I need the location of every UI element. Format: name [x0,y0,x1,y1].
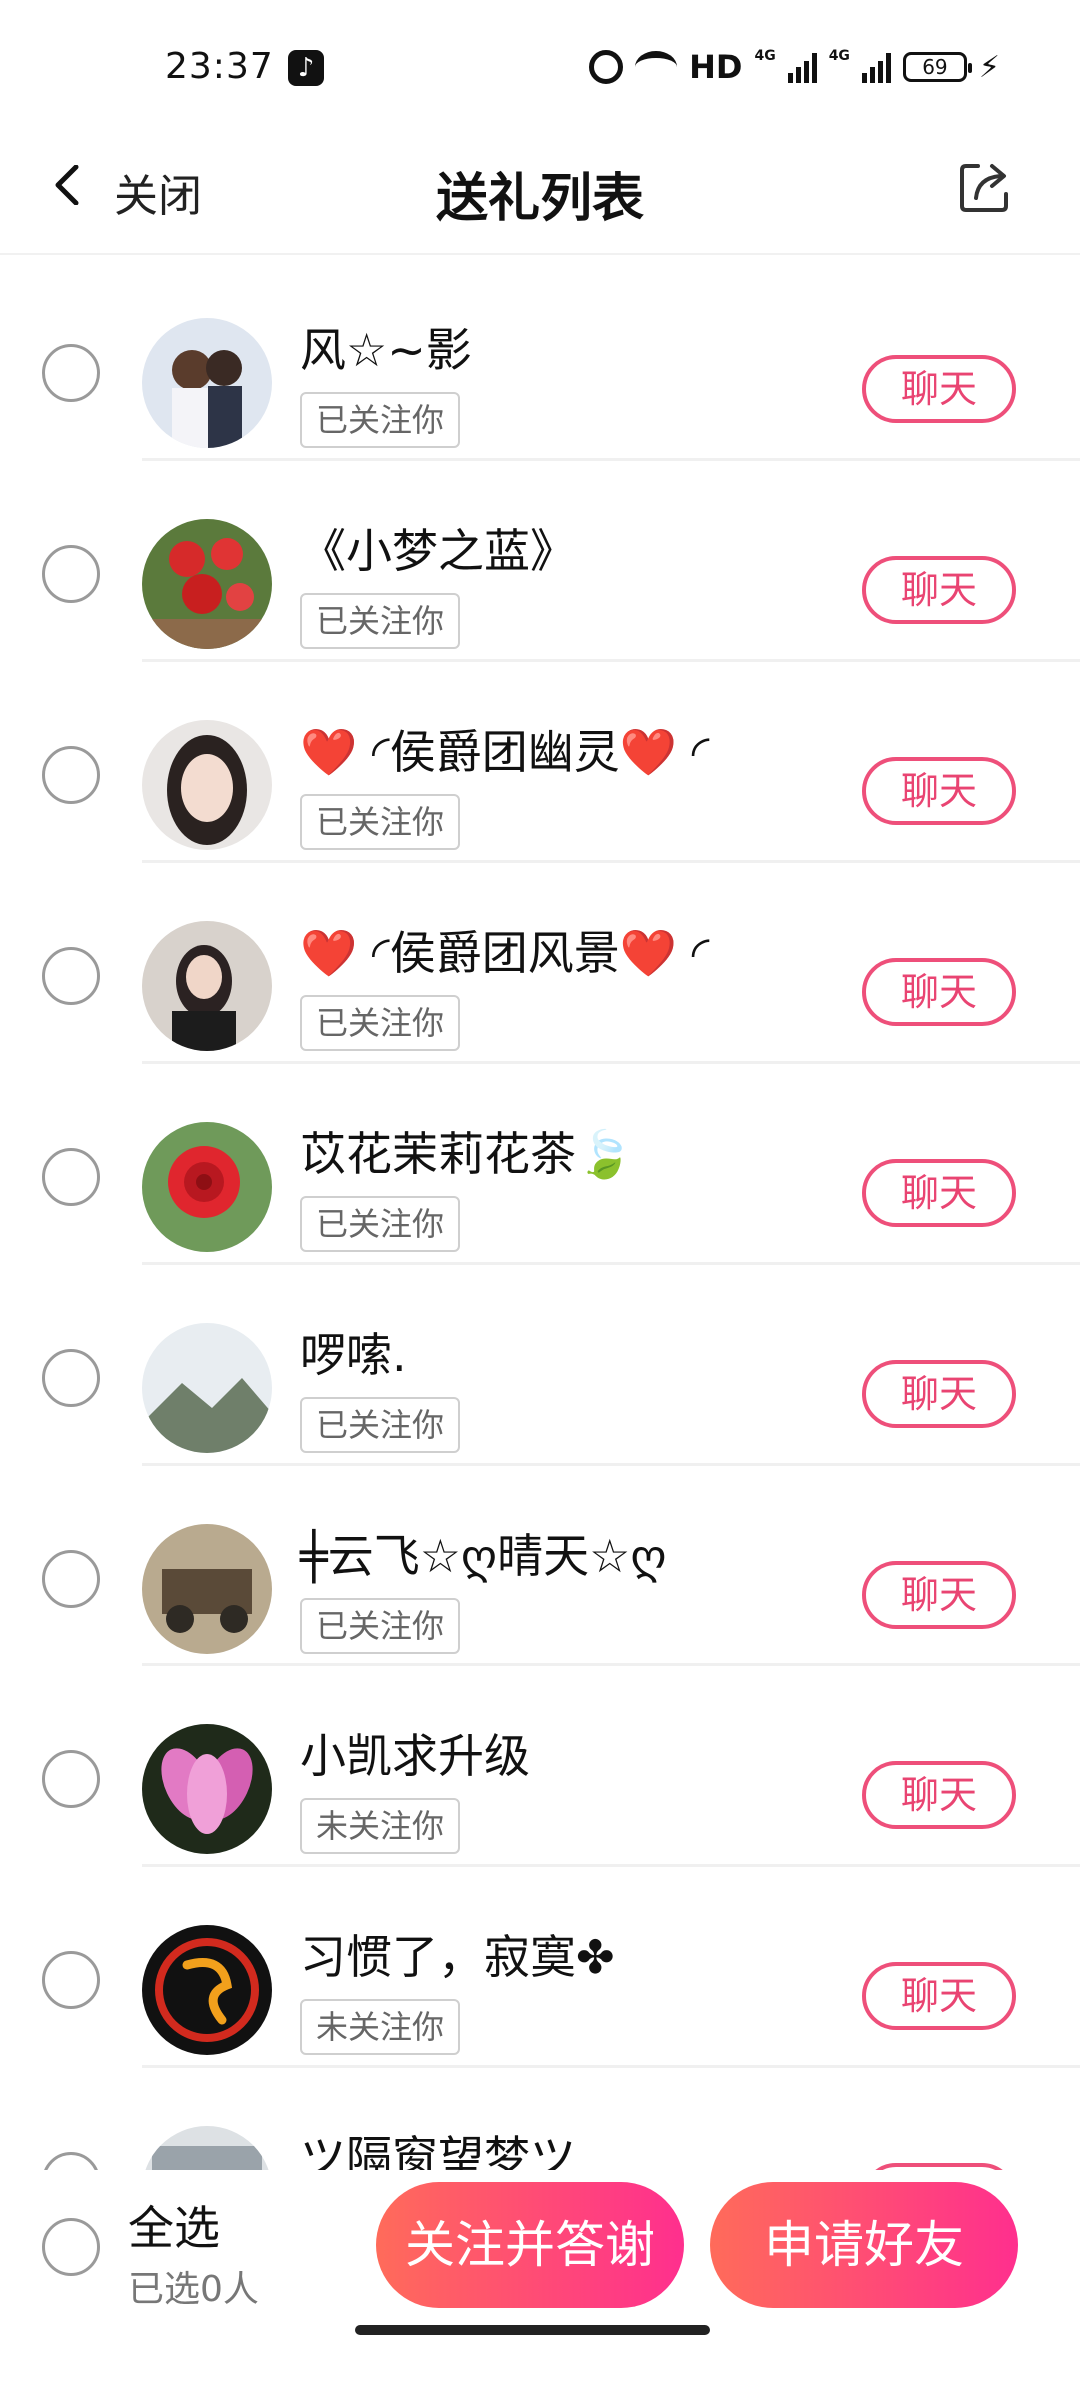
gift-sender-list: 风☆~影 已关注你 聊天 《小梦之蓝》 已关注你 聊天 ❤️ ◜侯爵团幽灵❤️ … [0,260,1080,2170]
follow-and-thank-button[interactable]: 关注并答谢 [376,2182,684,2308]
chat-button[interactable]: 聊天 [862,2163,1016,2170]
select-checkbox[interactable] [42,344,100,402]
list-item: ❤️ ◜侯爵团风景❤️ ◜ 已关注你 聊天 [0,863,1080,1064]
avatar[interactable] [142,1925,272,2055]
home-indicator[interactable] [355,2325,710,2335]
list-item: 小凯求升级 未关注你 聊天 [0,1666,1080,1867]
avatar[interactable] [142,1122,272,1252]
signal-icon [787,51,817,83]
follow-status-tag: 已关注你 [300,1397,461,1453]
list-item: 《小梦之蓝》 已关注你 聊天 [0,461,1080,662]
network-type-label: 4G [754,48,776,64]
select-checkbox[interactable] [42,1951,100,2009]
follow-status-tag: 已关注你 [300,1196,461,1252]
alarm-icon [589,50,624,84]
list-item: 习惯了，寂寞✤ 未关注你 聊天 [0,1867,1080,2068]
follow-status-tag: 已关注你 [300,392,461,448]
selected-count: 已选0人 [128,2269,259,2310]
select-checkbox[interactable] [42,2152,100,2170]
chat-button[interactable]: 聊天 [862,1360,1016,1428]
avatar[interactable] [142,318,272,448]
header: 关闭 送礼列表 [0,120,1080,255]
add-friend-button[interactable]: 申请好友 [710,2182,1018,2308]
avatar[interactable] [142,1724,272,1854]
bottom-action-bar: 全选 已选0人 关注并答谢 申请好友 [0,2170,1080,2400]
user-name: ╪云飞☆ღ晴天☆ღ [300,1529,667,1583]
avatar[interactable] [142,720,272,850]
wifi-icon [635,51,678,83]
avatar[interactable] [142,1524,272,1654]
tiktok-notification-icon: ♪ [288,50,324,86]
select-checkbox[interactable] [42,746,100,804]
chat-button[interactable]: 聊天 [862,958,1016,1026]
battery-icon: 69 [902,52,972,82]
list-item: 苡花茉莉花茶🍃 已关注你 聊天 [0,1064,1080,1265]
chat-button[interactable]: 聊天 [862,556,1016,624]
avatar[interactable] [142,519,272,649]
user-name: 啰嗦. [300,1328,407,1382]
page-title: 送礼列表 [435,169,644,229]
user-name: ❤️ ◜侯爵团风景❤️ ◜ [300,926,710,980]
user-name: 习惯了，寂寞✤ [300,1930,615,1984]
status-time: 23:37 [165,46,274,87]
follow-status-tag: 未关注你 [300,1798,461,1854]
chat-button[interactable]: 聊天 [862,1962,1016,2030]
follow-status-tag: 未关注你 [300,1999,461,2055]
select-checkbox[interactable] [42,947,100,1005]
list-item: ╪云飞☆ღ晴天☆ღ 已关注你 聊天 [0,1466,1080,1666]
select-all-checkbox[interactable] [42,2218,100,2276]
status-bar: 23:37 ♪ HD 4G 4G 69 ⚡ [0,0,1080,120]
avatar[interactable] [142,1323,272,1453]
select-checkbox[interactable] [42,1550,100,1608]
follow-status-tag: 已关注你 [300,794,461,850]
chat-button[interactable]: 聊天 [862,1561,1016,1629]
list-item: 风☆~影 已关注你 聊天 [0,260,1080,461]
follow-status-tag: 已关注你 [300,995,461,1051]
share-icon[interactable] [956,158,1014,216]
network-hd-label: HD [689,48,743,86]
chat-button[interactable]: 聊天 [862,757,1016,825]
select-checkbox[interactable] [42,1148,100,1206]
follow-status-tag: 已关注你 [300,593,461,649]
list-item: ❤️ ◜侯爵团幽灵❤️ ◜ 已关注你 聊天 [0,662,1080,863]
chat-button[interactable]: 聊天 [862,1761,1016,1829]
user-name: 《小梦之蓝》 [300,524,576,578]
select-checkbox[interactable] [42,545,100,603]
chat-button[interactable]: 聊天 [862,1159,1016,1227]
network-type-label-2: 4G [828,48,850,64]
avatar[interactable] [142,921,272,1051]
status-icons: HD 4G 4G 69 ⚡ [589,48,1000,86]
list-item: ツ隔窗望梦ツ 聊天 [0,2068,1080,2170]
chat-button[interactable]: 聊天 [862,355,1016,423]
user-name: ❤️ ◜侯爵团幽灵❤️ ◜ [300,725,710,779]
charging-icon: ⚡ [978,49,1000,85]
user-name: 苡花茉莉花茶🍃 [300,1127,634,1181]
select-checkbox[interactable] [42,1750,100,1808]
signal-icon-2 [861,51,891,83]
follow-status-tag: 已关注你 [300,1598,461,1654]
user-name: ツ隔窗望梦ツ [300,2131,576,2170]
list-item: 啰嗦. 已关注你 聊天 [0,1265,1080,1466]
select-checkbox[interactable] [42,1349,100,1407]
user-name: 风☆~影 [300,323,472,377]
avatar[interactable] [142,2126,272,2170]
user-name: 小凯求升级 [300,1729,530,1783]
select-all-label[interactable]: 全选 [128,2192,220,2258]
